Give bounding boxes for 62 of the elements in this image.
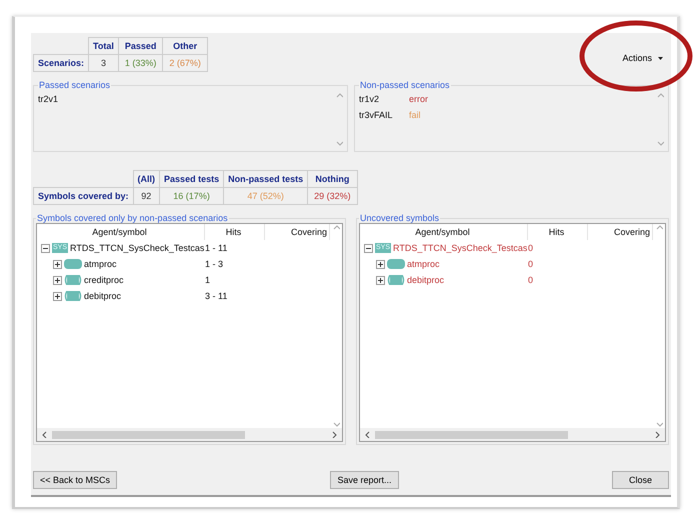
scrollbar-thumb[interactable] <box>52 430 244 438</box>
tree-item[interactable]: debitproc <box>407 275 444 285</box>
expand-icon[interactable] <box>53 276 62 284</box>
tree-item[interactable]: atmproc <box>407 259 440 269</box>
dropdown-arrow-icon <box>658 56 663 60</box>
column-header: Passed tests <box>160 170 224 188</box>
table-cell: 29 (32%) <box>308 188 358 204</box>
scenario-name[interactable]: tr1v2 <box>359 94 399 104</box>
group-title: Passed scenarios <box>38 80 112 90</box>
hits-cell-text: 0 <box>528 275 534 285</box>
expand-icon[interactable] <box>376 276 385 284</box>
tree-item[interactable]: RTDS_TTCN_SysCheck_Testcas <box>393 243 528 253</box>
tree-item[interactable]: debitproc <box>84 291 122 301</box>
column-header[interactable]: Hits <box>528 224 588 240</box>
scenario-name[interactable]: tr3vFAIL <box>359 110 399 120</box>
scenario-status: fail <box>409 110 421 120</box>
save-report-button[interactable]: Save report... <box>330 471 399 489</box>
hits-cell-text: 1 - 11 <box>205 243 228 253</box>
hits-cell-text: 3 - 11 <box>205 291 228 301</box>
column-header: Non-passed tests <box>224 170 308 188</box>
column-header[interactable]: Agent/symbol <box>360 224 528 240</box>
row-header: Scenarios: <box>34 54 89 72</box>
process-icon <box>64 291 82 301</box>
expand-icon[interactable] <box>53 292 62 300</box>
column-header: Other <box>162 38 208 54</box>
hits-cell-text: 1 <box>205 275 212 285</box>
scrollbar-thumb[interactable] <box>375 430 568 438</box>
table-cell: 47 (52%) <box>224 188 308 204</box>
column-header: Passed <box>118 38 163 54</box>
row-header: Symbols covered by: <box>34 188 134 204</box>
collapse-icon[interactable] <box>41 244 50 252</box>
table-cell: 16 (17%) <box>160 188 224 204</box>
table-cell: 3 <box>88 54 118 72</box>
tree-item[interactable]: creditproc <box>84 275 124 285</box>
close-button[interactable]: Close <box>612 471 669 489</box>
table-cell: 92 <box>133 188 160 204</box>
collapse-icon[interactable] <box>364 244 373 252</box>
block-icon <box>387 259 405 269</box>
expand-icon[interactable] <box>376 260 385 268</box>
hits-cell-text: 0 <box>528 259 534 269</box>
column-header: Nothing <box>308 170 358 188</box>
column-header: (All) <box>133 170 160 188</box>
tree-item[interactable]: atmproc <box>84 259 117 269</box>
actions-menu[interactable]: Actions <box>620 51 665 65</box>
table-cell: 2 (67%) <box>162 54 208 72</box>
hits-cell-text: 0 <box>528 243 534 253</box>
scenario-status: error <box>409 94 428 104</box>
back-button[interactable]: << Back to MSCs <box>33 471 118 489</box>
column-header[interactable]: Agent/symbol <box>37 224 205 240</box>
tree-item[interactable]: RTDS_TTCN_SysCheck_Testcas <box>70 243 204 253</box>
table-cell: 1 (33%) <box>118 54 163 72</box>
expand-icon[interactable] <box>53 260 62 268</box>
group-title: Uncovered symbols <box>359 213 440 223</box>
group-title: Non-passed scenarios <box>359 80 451 90</box>
process-icon <box>387 275 405 285</box>
scenario-name[interactable]: tr2v1 <box>38 94 58 104</box>
group-title: Symbols covered only by non-passed scenarios <box>36 213 229 223</box>
hits-cell-text: 1 - 3 <box>205 259 224 269</box>
column-header: Total <box>88 38 118 54</box>
process-icon <box>64 275 82 285</box>
column-header[interactable]: Hits <box>205 224 265 240</box>
block-icon <box>64 259 82 269</box>
